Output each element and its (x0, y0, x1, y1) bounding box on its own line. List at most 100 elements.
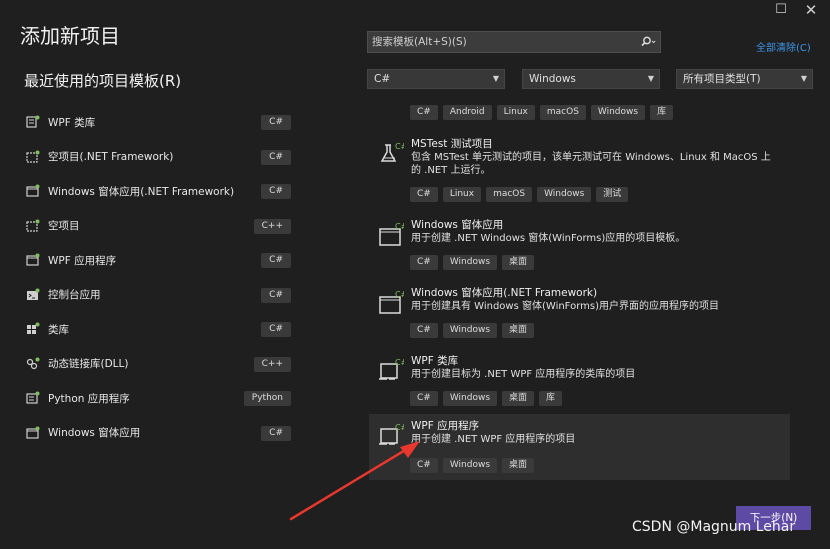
template-description: 用于创建具有 Windows 窗体(WinForms)用户界面的应用程序的项目 (411, 301, 719, 312)
language-badge: Python (243, 391, 291, 406)
project-type-filter-value: 所有项目类型(T) (683, 73, 761, 85)
console-app-icon (24, 287, 42, 303)
tag: 桌面 (502, 255, 535, 270)
recent-item-dll[interactable]: 动态链接库(DLL) C++ (20, 347, 295, 382)
tag: 库 (650, 105, 674, 120)
template-name: MSTest 测试项目 (411, 138, 493, 150)
tag: C# (410, 187, 438, 202)
language-filter[interactable]: C# ▼ (367, 69, 505, 89)
wpf-app-icon: C# (378, 423, 408, 449)
results-scrollbar[interactable] (812, 97, 816, 477)
tag: 桌面 (502, 458, 535, 473)
template-search-box (367, 31, 661, 53)
language-badge: C# (261, 149, 291, 165)
tag: Windows (590, 105, 646, 120)
tag: Linux (496, 105, 535, 120)
recent-item-label: 类库 (48, 323, 69, 336)
template-description: 用于创建目标为 .NET WPF 应用程序的类库的项目 (411, 369, 636, 380)
partial-template-tags: C# Android Linux macOS Windows 库 (410, 105, 674, 120)
template-search-input[interactable] (368, 36, 636, 48)
template-item-winforms-framework[interactable]: C# Windows 窗体应用(.NET Framework) 用于创建具有 W… (369, 281, 790, 347)
chevron-down-icon: ▼ (492, 74, 499, 83)
language-filter-value: C# (374, 73, 391, 85)
recent-item-winforms-app[interactable]: Windows 窗体应用 C# (20, 416, 295, 451)
tag: C# (410, 255, 438, 270)
svg-text:C#: C# (395, 142, 404, 151)
winforms-app-icon: C# (378, 290, 408, 316)
platform-filter[interactable]: Windows ▼ (522, 69, 660, 89)
tag: 桌面 (502, 323, 535, 338)
language-badge: C# (261, 287, 291, 303)
recent-item-wpf-app[interactable]: WPF 应用程序 C# (20, 243, 295, 278)
watermark-text: CSDN @Magnum Lehar (632, 519, 796, 535)
tag: C# (410, 323, 438, 338)
language-badge: C# (261, 425, 291, 441)
template-name: Windows 窗体应用 (411, 219, 504, 231)
close-icon: ✕ (804, 1, 818, 19)
language-badge: C++ (253, 356, 291, 372)
tag: Windows (537, 187, 592, 202)
language-badge: C# (261, 253, 291, 268)
python-app-icon (24, 390, 42, 406)
template-description: 包含 MSTest 单元测试的项目，该单元测试可在 Windows、Linux … (411, 152, 771, 176)
tag: Windows (442, 458, 498, 473)
tag: macOS (486, 187, 533, 202)
tag: 桌面 (502, 391, 535, 406)
language-badge: C# (261, 115, 291, 130)
tag: C# (410, 458, 438, 473)
wpf-app-icon (24, 252, 42, 268)
chevron-down-icon: ▼ (800, 74, 807, 83)
empty-project-icon (24, 218, 42, 234)
template-item-winforms-app[interactable]: C# Windows 窗体应用 用于创建 .NET Windows 窗体(Win… (369, 213, 790, 279)
recent-item-console-app[interactable]: 控制台应用 C# (20, 278, 295, 313)
class-library-icon (24, 321, 42, 337)
template-item-wpf-app[interactable]: C# WPF 应用程序 用于创建 .NET WPF 应用程序的项目 C# Win… (369, 414, 790, 480)
template-item-mstest[interactable]: C# MSTest 测试项目 包含 MSTest 单元测试的项目，该单元测试可在… (369, 132, 790, 202)
platform-filter-value: Windows (529, 73, 576, 85)
recent-item-label: 空项目 (48, 220, 80, 233)
recent-item-label: 空项目(.NET Framework) (48, 151, 174, 164)
recent-item-label: Python 应用程序 (48, 392, 130, 405)
search-icon[interactable] (636, 32, 660, 52)
recent-item-python-app[interactable]: Python 应用程序 Python (20, 381, 295, 416)
svg-text:C#: C# (395, 290, 404, 299)
clear-all-link[interactable]: 全部清除(C) (756, 39, 811, 54)
svg-text:C#: C# (395, 222, 404, 231)
recent-templates-list: WPF 类库 C# 空项目(.NET Framework) C# Windows… (20, 105, 295, 450)
recent-item-wpf-class-library[interactable]: WPF 类库 C# (20, 105, 295, 140)
tag: Android (442, 105, 492, 120)
maximize-button[interactable]: ☐ (766, 2, 796, 20)
template-tags: C# Linux macOS Windows 测试 (410, 187, 629, 202)
template-name: WPF 应用程序 (411, 420, 480, 432)
template-item-wpf-class-library[interactable]: C# WPF 类库 用于创建目标为 .NET WPF 应用程序的类库的项目 C#… (369, 349, 790, 415)
tag: macOS (539, 105, 586, 120)
close-button[interactable]: ✕ (796, 2, 826, 20)
tag: 库 (539, 391, 563, 406)
maximize-icon: ☐ (775, 2, 787, 17)
template-tags: C# Windows 桌面 (410, 458, 535, 473)
recent-item-label: WPF 类库 (48, 116, 96, 129)
svg-text:C#: C# (395, 358, 404, 367)
dialog-title: 添加新项目 (20, 24, 120, 48)
recent-item-empty-project-cpp[interactable]: 空项目 C++ (20, 209, 295, 244)
empty-project-icon (24, 149, 42, 165)
language-badge: C# (261, 322, 291, 337)
project-type-filter[interactable]: 所有项目类型(T) ▼ (676, 69, 813, 89)
recent-item-empty-project-framework[interactable]: 空项目(.NET Framework) C# (20, 140, 295, 175)
recent-item-label: Windows 窗体应用 (48, 427, 141, 440)
tag: C# (410, 105, 438, 120)
winforms-app-icon (24, 425, 42, 441)
template-description: 用于创建 .NET WPF 应用程序的项目 (411, 434, 576, 445)
recent-item-class-library[interactable]: 类库 C# (20, 312, 295, 347)
language-badge: C# (261, 184, 291, 199)
tag: C# (410, 391, 438, 406)
tag: Windows (442, 391, 498, 406)
recent-item-winforms-framework[interactable]: Windows 窗体应用(.NET Framework) C# (20, 174, 295, 209)
wpf-library-icon (24, 114, 42, 130)
wpf-library-icon: C# (378, 358, 408, 384)
test-project-icon: C# (378, 141, 408, 167)
tag: Windows (442, 255, 498, 270)
winforms-app-icon (24, 183, 42, 199)
dll-icon (24, 356, 42, 372)
template-tags: C# Windows 桌面 库 (410, 391, 563, 406)
